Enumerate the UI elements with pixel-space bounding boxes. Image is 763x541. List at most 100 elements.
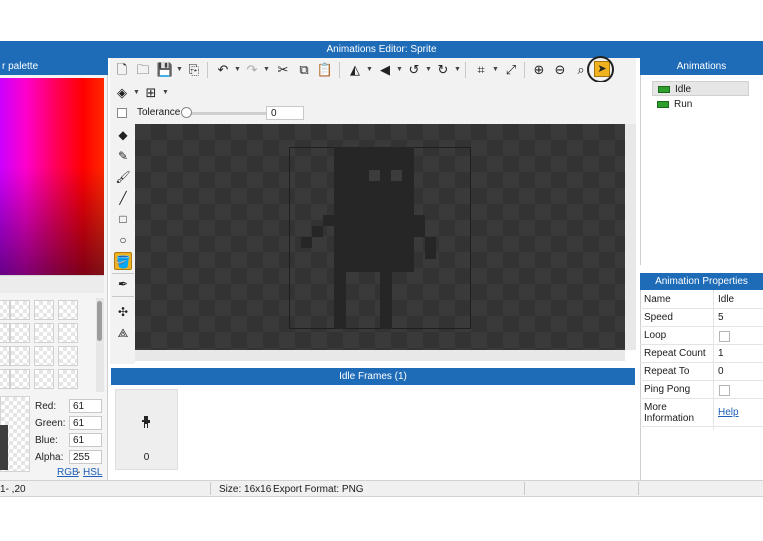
tolerance-checkbox[interactable] — [117, 108, 127, 118]
flip-vertical-dropdown-icon[interactable]: ▼ — [396, 61, 403, 79]
hue-slider[interactable] — [0, 275, 104, 293]
toolbar-separator — [339, 62, 340, 78]
rotate-right-dropdown-icon[interactable]: ▼ — [454, 61, 461, 79]
property-row-repeat-to: Repeat To 0 — [640, 363, 763, 381]
flip-horizontal-dropdown-icon[interactable]: ▼ — [366, 61, 373, 79]
tolerance-label: Tolerance — [137, 107, 181, 118]
eyedropper-icon[interactable]: ✒ — [114, 275, 132, 293]
undo-icon[interactable]: ↶ — [214, 61, 232, 79]
rotate-left-icon[interactable]: ↺ — [405, 61, 423, 79]
property-label: Repeat Count — [644, 348, 706, 359]
mode-link-separator: - — [77, 467, 81, 478]
line-icon[interactable]: ╱ — [114, 189, 132, 207]
copy-icon[interactable]: ⧉ — [295, 61, 313, 79]
color-picker-shade — [0, 78, 104, 275]
status-size: Size: 16x16 — [219, 484, 272, 495]
pencil-icon[interactable]: ✎ — [114, 147, 132, 165]
swatch[interactable] — [0, 323, 10, 343]
animation-item-run[interactable]: Run — [652, 97, 749, 112]
layers-dropdown-icon[interactable]: ▼ — [133, 84, 140, 102]
property-row-name: Name Idle — [640, 291, 763, 309]
rgb-mode-link[interactable]: RGB — [57, 467, 79, 478]
toolbar-separator — [207, 62, 208, 78]
open-folder-icon[interactable]: 🗀 — [134, 61, 152, 79]
swatch-grid — [0, 298, 96, 392]
cut-icon[interactable]: ✂ — [274, 61, 292, 79]
zoom-out-icon[interactable]: ⊖ — [551, 61, 569, 79]
sprite-image — [289, 147, 471, 329]
green-label: Green: — [35, 418, 66, 429]
redo-icon[interactable]: ↷ — [243, 61, 261, 79]
new-file-icon[interactable]: 🗋 — [113, 61, 131, 79]
grid-icon[interactable]: ⊞ — [142, 84, 160, 102]
undo-dropdown-icon[interactable]: ▼ — [234, 61, 241, 79]
paste-icon[interactable]: 📋 — [316, 61, 334, 79]
save-dropdown-icon[interactable]: ▼ — [176, 61, 183, 79]
save-icon[interactable]: 💾 — [156, 61, 174, 79]
swatch[interactable] — [58, 369, 78, 389]
swatch[interactable] — [58, 346, 78, 366]
fill-bucket-icon[interactable]: 🪣 — [114, 252, 132, 270]
flip-horizontal-icon[interactable]: ◭ — [346, 61, 364, 79]
crop-icon[interactable]: ⌗ — [472, 61, 490, 79]
swatch[interactable] — [10, 369, 30, 389]
export-icon[interactable]: ⎘ — [185, 61, 203, 79]
tolerance-value-input[interactable]: 0 — [266, 106, 304, 120]
transform-icon[interactable]: ⟁ — [114, 324, 132, 342]
swatch-scrollbar-thumb[interactable] — [97, 301, 102, 341]
red-input[interactable]: 61 — [69, 399, 102, 413]
status-bar — [0, 480, 763, 497]
loop-checkbox[interactable] — [719, 331, 730, 342]
rectangle-icon[interactable]: □ — [114, 210, 132, 228]
property-repeat-count-value[interactable]: 1 — [718, 348, 724, 359]
property-row-ping-pong: Ping Pong — [640, 381, 763, 399]
blue-input[interactable]: 61 — [69, 433, 102, 447]
swatch[interactable] — [10, 323, 30, 343]
animation-strip-icon — [657, 101, 669, 108]
property-label: Loop — [644, 330, 667, 341]
hsl-mode-link[interactable]: HSL — [83, 467, 102, 478]
grid-dropdown-icon[interactable]: ▼ — [162, 84, 169, 102]
layers-icon[interactable]: ◈ — [113, 84, 131, 102]
swatch[interactable] — [0, 369, 10, 389]
tolerance-slider-thumb[interactable] — [181, 107, 192, 118]
toolbar-separator — [465, 62, 466, 78]
ellipse-icon[interactable]: ○ — [114, 231, 132, 249]
animation-item-label: Run — [674, 99, 693, 110]
property-repeat-to-value[interactable]: 0 — [718, 366, 724, 377]
brush-icon[interactable]: 🖌 — [114, 168, 132, 186]
zoom-in-icon[interactable]: ⊕ — [530, 61, 548, 79]
swatch[interactable] — [58, 323, 78, 343]
flip-vertical-icon[interactable]: ◀ — [376, 61, 394, 79]
property-name-value[interactable]: Idle — [718, 294, 734, 305]
animation-item-idle[interactable]: Idle — [652, 81, 749, 96]
canvas-vertical-scrollbar[interactable] — [625, 124, 636, 350]
swatch[interactable] — [34, 346, 54, 366]
swatch[interactable] — [58, 300, 78, 320]
resize-icon[interactable]: ⤢ — [502, 61, 520, 79]
tolerance-slider-track[interactable] — [183, 112, 267, 115]
redo-dropdown-icon[interactable]: ▼ — [263, 61, 270, 79]
property-speed-value[interactable]: 5 — [718, 312, 724, 323]
ping-pong-checkbox[interactable] — [719, 385, 730, 396]
green-input[interactable]: 61 — [69, 416, 102, 430]
move-icon[interactable]: ✣ — [114, 303, 132, 321]
property-label: Name — [644, 294, 671, 305]
swatch[interactable] — [10, 346, 30, 366]
eraser-icon[interactable]: ◆ — [114, 126, 132, 144]
swatch[interactable] — [34, 300, 54, 320]
swatch[interactable] — [34, 323, 54, 343]
rotate-right-icon[interactable]: ↻ — [434, 61, 452, 79]
crop-dropdown-icon[interactable]: ▼ — [492, 61, 499, 79]
canvas-horizontal-scrollbar[interactable] — [135, 350, 625, 361]
frames-panel-header: Idle Frames (1) — [111, 368, 635, 385]
swatch[interactable] — [10, 300, 30, 320]
swatch[interactable] — [0, 346, 10, 366]
swatch[interactable] — [34, 369, 54, 389]
blue-label: Blue: — [35, 435, 58, 446]
property-label: Speed — [644, 312, 673, 323]
alpha-input[interactable]: 255 — [69, 450, 102, 464]
rotate-left-dropdown-icon[interactable]: ▼ — [425, 61, 432, 79]
help-link[interactable]: Help — [718, 407, 739, 418]
swatch[interactable] — [0, 300, 10, 320]
